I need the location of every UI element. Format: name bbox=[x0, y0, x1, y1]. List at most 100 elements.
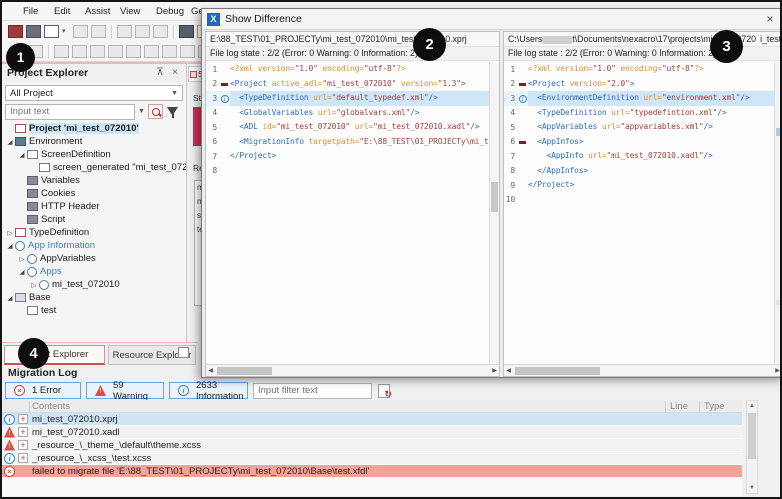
target-horizontal-scrollbar[interactable]: ◀ ▶ bbox=[504, 364, 782, 376]
tree-item-apps[interactable]: ◢Apps bbox=[2, 265, 186, 278]
pin-icon[interactable]: ⊼ bbox=[154, 67, 166, 79]
expand-plus-icon[interactable]: + bbox=[18, 440, 28, 450]
log-row[interactable]: ×failed to migrate file 'E:\88_TEST\01_P… bbox=[2, 465, 742, 478]
collapse-icon[interactable]: ◢ bbox=[17, 151, 27, 159]
tree-item-appvariables[interactable]: ▷AppVariables bbox=[2, 252, 186, 265]
save-icon[interactable] bbox=[73, 25, 88, 38]
expand-icon[interactable]: ▷ bbox=[29, 281, 39, 289]
tree-item-variables[interactable]: Variables bbox=[2, 174, 186, 187]
code-line-5[interactable]: 5 <AppVariables url="appvariables.xml"/> bbox=[504, 120, 774, 135]
scroll-left-icon[interactable]: ◀ bbox=[504, 367, 513, 374]
tree-item-test[interactable]: test bbox=[2, 304, 186, 317]
error-filter-button[interactable]: × 1 Error bbox=[5, 382, 81, 399]
target-code-view[interactable]: 1<?xml version="1.0" encoding="utf-8"?>2… bbox=[504, 62, 774, 363]
code-line-8[interactable]: 8 bbox=[206, 164, 499, 179]
tree-item-project-mi-test-072010[interactable]: Project 'mi_test_072010' bbox=[2, 122, 186, 135]
source-code-view[interactable]: 1<?xml version="1.0" encoding="utf-8"?>2… bbox=[206, 62, 499, 363]
collapse-icon[interactable]: ◢ bbox=[5, 242, 15, 250]
log-vertical-scrollbar[interactable]: ▲ ▼ bbox=[746, 400, 758, 494]
new-file-dropdown-caret-icon[interactable]: ▾ bbox=[62, 25, 70, 38]
filter-funnel-icon[interactable] bbox=[166, 105, 179, 118]
column-type[interactable]: Type bbox=[704, 401, 725, 412]
code-line-4[interactable]: 4 <GlobalVariables url="globalvars.xml"/… bbox=[206, 106, 499, 121]
close-icon[interactable]: × bbox=[169, 67, 181, 79]
menu-debug[interactable]: Debug bbox=[153, 4, 187, 19]
tree-item-screen-generated-mi-test-072010[interactable]: screen_generated "mi_test_072010" bbox=[2, 161, 186, 174]
collapse-icon[interactable]: ◢ bbox=[17, 268, 27, 276]
code-line-6[interactable]: 6 <AppInfos> bbox=[504, 135, 774, 150]
paste-icon[interactable] bbox=[153, 25, 168, 38]
edit-widget-icon[interactable] bbox=[126, 45, 141, 58]
code-line-9[interactable]: 9</Project> bbox=[504, 178, 774, 193]
checkbox[interactable] bbox=[178, 347, 189, 358]
warning-filter-button[interactable]: ! 59 Warning bbox=[86, 382, 164, 399]
collapse-minus-icon[interactable] bbox=[519, 83, 526, 86]
tree-item-screendefinition[interactable]: ◢ScreenDefinition bbox=[2, 148, 186, 161]
expand-plus-icon[interactable]: + bbox=[18, 453, 28, 463]
menu-edit[interactable]: Edit bbox=[51, 4, 73, 19]
div-widget-icon[interactable] bbox=[180, 45, 195, 58]
document-tab[interactable]: St bbox=[188, 66, 202, 82]
expand-icon[interactable]: ▷ bbox=[17, 255, 27, 263]
scrollbar-thumb[interactable] bbox=[217, 367, 272, 375]
cut-icon[interactable] bbox=[117, 25, 132, 38]
source-horizontal-scrollbar[interactable]: ◀ ▶ bbox=[206, 364, 499, 376]
expand-plus-icon[interactable]: + bbox=[18, 427, 28, 437]
collapse-icon[interactable]: ◢ bbox=[5, 294, 15, 302]
code-line-7[interactable]: 7</Project> bbox=[206, 149, 499, 164]
checkbox-widget-icon[interactable] bbox=[90, 45, 105, 58]
export-log-icon[interactable] bbox=[378, 384, 390, 398]
scroll-right-icon[interactable]: ▶ bbox=[773, 367, 782, 374]
project-scope-select[interactable]: All Project ▼ bbox=[5, 85, 183, 101]
log-row[interactable]: !+mi_test_072010.xadl bbox=[2, 426, 742, 439]
scroll-right-icon[interactable]: ▶ bbox=[490, 367, 499, 374]
fold-toggle[interactable] bbox=[517, 79, 528, 88]
new-file-icon[interactable] bbox=[44, 25, 59, 38]
scrollbar-thumb[interactable] bbox=[515, 367, 600, 375]
fold-toggle[interactable] bbox=[219, 79, 230, 88]
save-all-icon[interactable] bbox=[91, 25, 106, 38]
form-widget-icon[interactable] bbox=[54, 45, 69, 58]
menu-assist[interactable]: Assist bbox=[82, 4, 113, 19]
scroll-down-icon[interactable]: ▼ bbox=[747, 483, 757, 493]
log-row[interactable]: i+mi_test_072010.xprj bbox=[2, 413, 742, 426]
search-icon[interactable] bbox=[148, 104, 163, 119]
list-widget-icon[interactable] bbox=[144, 45, 159, 58]
tree-item-cookies[interactable]: Cookies bbox=[2, 187, 186, 200]
code-line-2[interactable]: 2<Project active_adl="mi_test_072010" ve… bbox=[206, 77, 499, 92]
collapse-minus-icon[interactable] bbox=[221, 83, 228, 86]
target-minimap-scrollbar[interactable] bbox=[774, 62, 782, 363]
collapse-icon[interactable]: ◢ bbox=[5, 138, 15, 146]
grid-widget-icon[interactable] bbox=[162, 45, 177, 58]
menu-file[interactable]: File bbox=[20, 4, 41, 19]
copy-icon[interactable] bbox=[135, 25, 150, 38]
fold-toggle[interactable] bbox=[517, 137, 528, 146]
column-line[interactable]: Line bbox=[670, 401, 688, 412]
tree-item-mi-test-072010[interactable]: ▷mi_test_072010 bbox=[2, 278, 186, 291]
log-row[interactable]: i+_resource_\_xcss_\test.xcss bbox=[2, 452, 742, 465]
code-line-1[interactable]: 1<?xml version="1.0" encoding="utf-8"?> bbox=[206, 62, 499, 77]
scroll-up-icon[interactable]: ▲ bbox=[747, 401, 757, 411]
expand-plus-icon[interactable]: + bbox=[18, 414, 28, 424]
tree-filter-input[interactable] bbox=[5, 104, 135, 120]
code-line-10[interactable]: 10 bbox=[504, 193, 774, 208]
code-line-6[interactable]: 6 <MigrationInfo targetpath="E:\88_TEST\… bbox=[206, 135, 499, 150]
tree-item-base[interactable]: ◢Base bbox=[2, 291, 186, 304]
chevron-down-icon[interactable]: ▼ bbox=[138, 108, 145, 115]
menu-view[interactable]: View bbox=[117, 4, 143, 19]
log-filter-input[interactable] bbox=[253, 383, 372, 399]
open-project-icon[interactable] bbox=[8, 25, 23, 38]
code-line-2[interactable]: 2<Project version="2.0"> bbox=[504, 77, 774, 92]
collapse-minus-icon[interactable] bbox=[519, 141, 526, 144]
scrollbar-thumb[interactable] bbox=[491, 182, 498, 212]
code-line-8[interactable]: 8 </AppInfos> bbox=[504, 164, 774, 179]
code-line-3[interactable]: 3i <EnvironmentDefinition url="environme… bbox=[504, 91, 774, 106]
tree-item-http-header[interactable]: HTTP Header bbox=[2, 200, 186, 213]
info-filter-button[interactable]: i 2633 Information bbox=[169, 382, 248, 399]
combo-widget-icon[interactable] bbox=[108, 45, 123, 58]
code-line-4[interactable]: 4 <TypeDefinition url="typedefintion.xml… bbox=[504, 106, 774, 121]
tree-item-environment[interactable]: ◢Environment bbox=[2, 135, 186, 148]
dialog-title-bar[interactable]: X Show Difference × bbox=[202, 9, 782, 30]
code-line-7[interactable]: 7 <AppInfo url="mi_test_072010.xadl"/> bbox=[504, 149, 774, 164]
column-contents[interactable]: Contents bbox=[32, 401, 70, 412]
